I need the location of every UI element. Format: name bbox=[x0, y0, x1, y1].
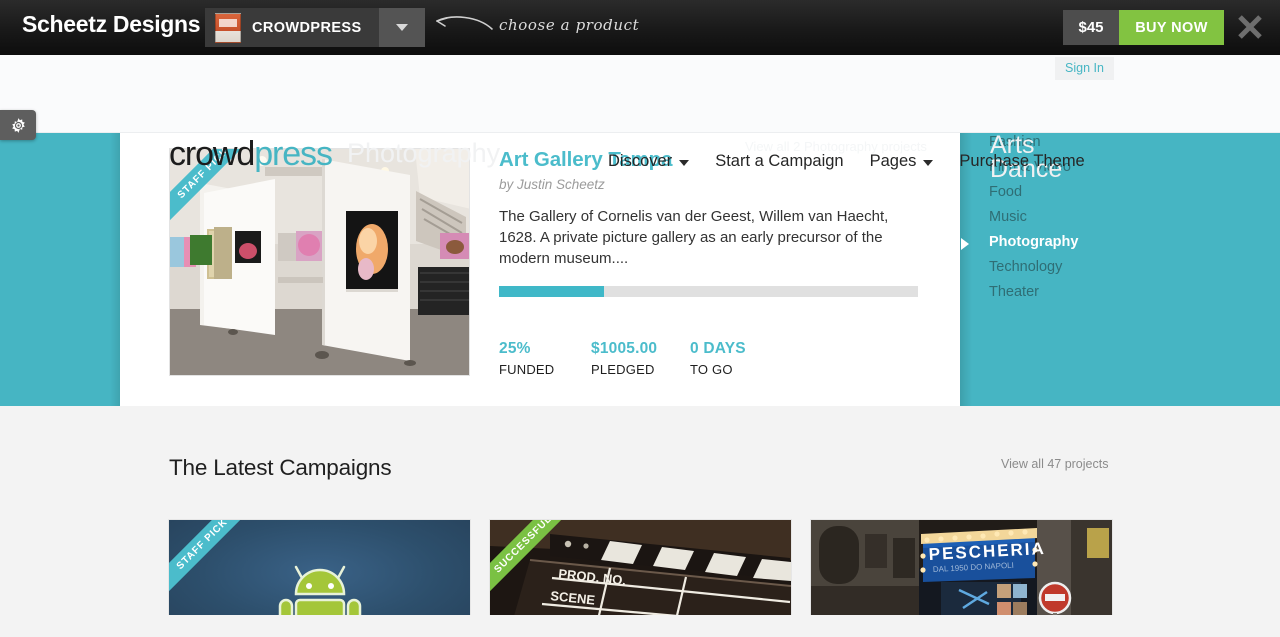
view-all-projects-link[interactable]: View all 47 projects bbox=[1001, 457, 1108, 471]
nav-item-start-a-campaign[interactable]: Start a Campaign bbox=[702, 150, 856, 172]
product-name-label: CROWDPRESS bbox=[252, 19, 362, 36]
category-label: Food bbox=[989, 184, 1023, 200]
art-gallery-photo bbox=[170, 149, 469, 375]
sign-in-button[interactable]: Sign In bbox=[1055, 57, 1114, 80]
stat-pledged-value: $1005.00 bbox=[591, 340, 658, 357]
featured-project-stats: 25% FUNDED $1005.00 PLEDGED 0 DAYS TO GO bbox=[499, 340, 790, 377]
buy-now-button[interactable]: BUY NOW bbox=[1119, 10, 1224, 45]
category-label: Photography bbox=[989, 234, 1079, 250]
product-switcher[interactable]: CROWDPRESS bbox=[205, 8, 425, 47]
nav-label: Pages bbox=[869, 152, 917, 170]
chevron-down-icon bbox=[679, 160, 690, 166]
settings-gear-tab[interactable] bbox=[0, 110, 36, 140]
logo-word-press: press bbox=[254, 135, 333, 173]
latest-campaigns-heading: The Latest Campaigns bbox=[169, 455, 392, 480]
category-label: Music bbox=[989, 209, 1027, 225]
close-icon[interactable] bbox=[1236, 13, 1264, 41]
nav-label: Start a Campaign bbox=[715, 152, 844, 170]
featured-project-description: The Gallery of Cornelis van der Geest, W… bbox=[499, 208, 889, 267]
price-tag: $45 bbox=[1063, 10, 1119, 45]
page-root: STAFF PICK Art Gallery Tampa by Justin S… bbox=[0, 0, 1280, 637]
stat-to-go-label: TO GO bbox=[690, 362, 733, 377]
chevron-down-icon bbox=[923, 160, 934, 166]
stat-pledged: $1005.00 PLEDGED bbox=[591, 340, 690, 377]
choose-a-product-hint: choose a product bbox=[499, 16, 640, 34]
stat-to-go: 0 DAYS TO GO bbox=[690, 340, 790, 377]
envato-top-bar: Scheetz Designs CROWDPRESS choose a prod… bbox=[0, 0, 1280, 55]
funding-progress-fill bbox=[499, 286, 604, 297]
category-item-technology[interactable]: Technology bbox=[989, 255, 1078, 280]
ghost-category-photography: Photography bbox=[347, 138, 501, 168]
envato-author-brand: Scheetz Designs bbox=[22, 11, 201, 37]
stat-funded: 25% FUNDED bbox=[499, 340, 591, 377]
logo-word-crowd: crowd bbox=[169, 135, 255, 173]
stat-funded-value: 25% bbox=[499, 340, 531, 357]
nav-item-discover[interactable]: Discover bbox=[595, 150, 702, 172]
stat-pledged-label: PLEDGED bbox=[591, 362, 655, 377]
curved-arrow-left-icon bbox=[436, 16, 493, 30]
gear-icon bbox=[11, 117, 25, 133]
featured-project-image[interactable]: STAFF PICK bbox=[169, 148, 470, 376]
nav-item-pages[interactable]: Pages bbox=[857, 150, 947, 172]
main-navigation: Discover Start a Campaign Pages Purchase… bbox=[595, 150, 1098, 172]
nav-label: Purchase Theme bbox=[959, 152, 1085, 170]
page-bottom-spacer bbox=[0, 615, 1280, 637]
site-logo[interactable]: crowdpress bbox=[169, 135, 333, 174]
stat-to-go-value: 0 DAYS bbox=[690, 340, 746, 357]
stat-funded-label: FUNDED bbox=[499, 362, 555, 377]
category-item-theater[interactable]: Theater bbox=[989, 280, 1078, 305]
chevron-down-icon bbox=[396, 24, 408, 31]
nav-item-purchase-theme[interactable]: Purchase Theme bbox=[946, 150, 1097, 172]
active-category-marker-icon bbox=[961, 238, 969, 250]
funding-progress-bar bbox=[499, 286, 918, 297]
category-label: Theater bbox=[989, 284, 1039, 300]
category-label: Technology bbox=[989, 259, 1063, 275]
theme-thumbnail-icon bbox=[215, 12, 241, 43]
featured-project-byline: by Justin Scheetz bbox=[499, 177, 605, 192]
category-item-music[interactable]: Music bbox=[989, 205, 1078, 230]
product-switcher-toggle[interactable] bbox=[379, 8, 425, 47]
nav-label: Discover bbox=[608, 152, 673, 170]
category-item-photography[interactable]: Photography bbox=[961, 230, 1079, 255]
